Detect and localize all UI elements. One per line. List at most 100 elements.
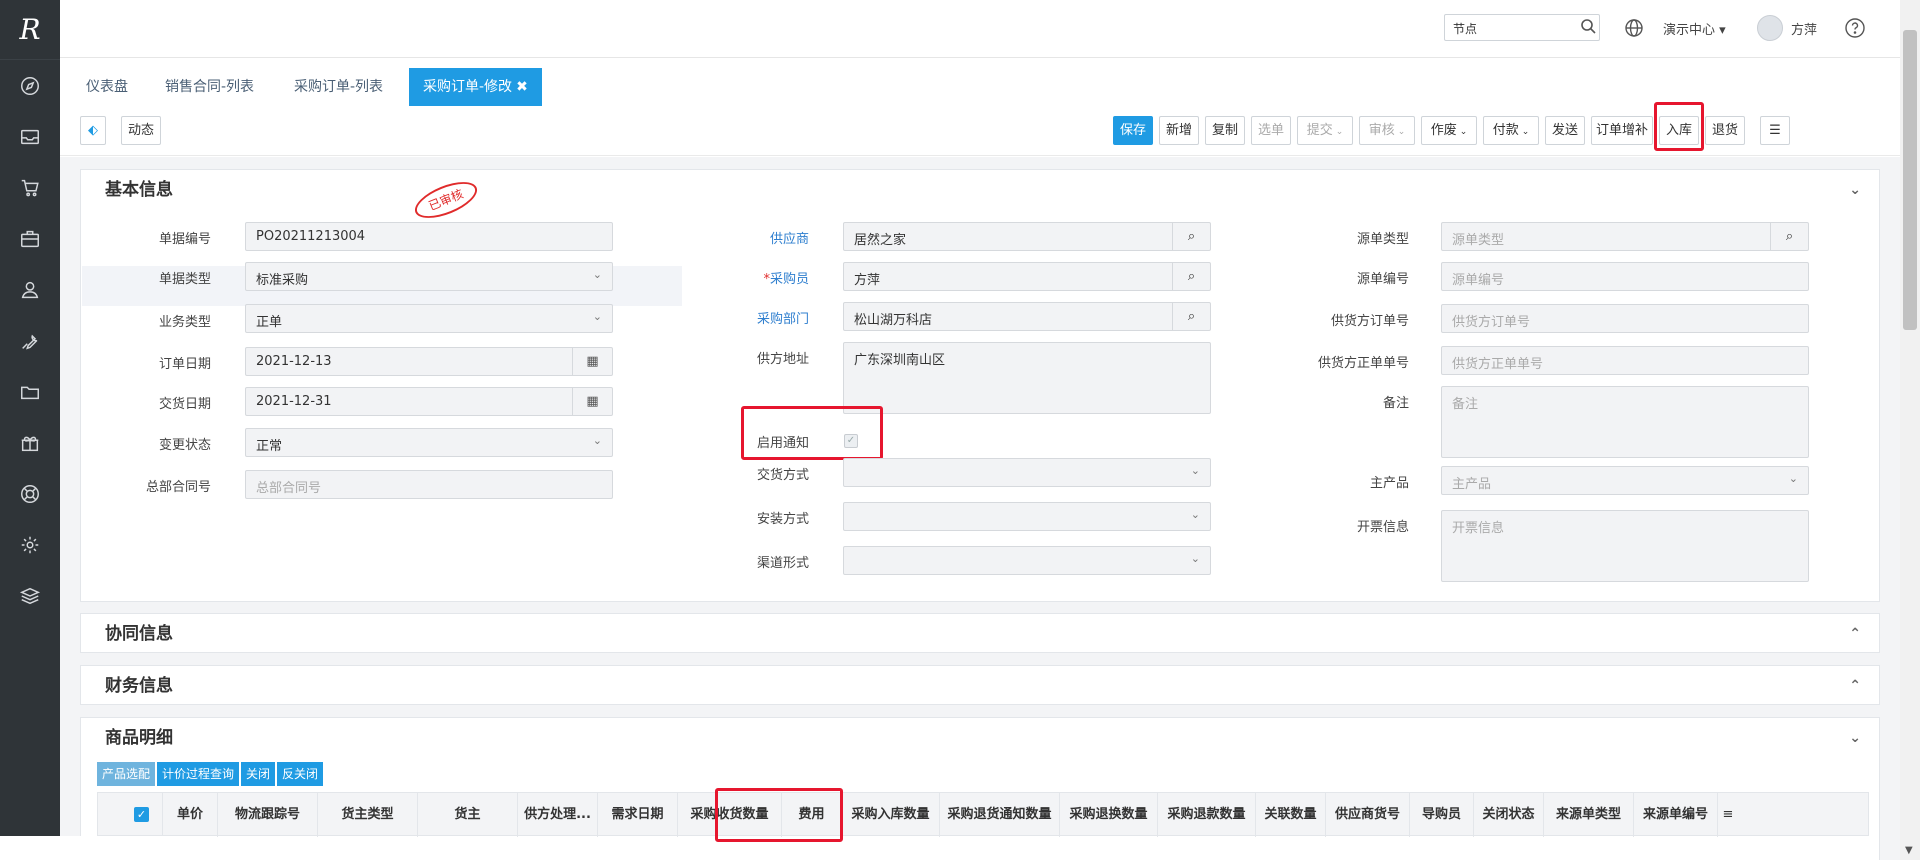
audit-button[interactable]: 审核 ⌄	[1359, 116, 1415, 145]
biz-type-select[interactable]: 正单 ⌄	[245, 304, 613, 333]
chevron-up-icon[interactable]: ⌃	[1849, 666, 1861, 706]
void-button[interactable]: 作废 ⌄	[1421, 116, 1477, 145]
collab-header[interactable]: 协同信息 ⌃	[81, 614, 1879, 654]
col-header[interactable]: 货主	[418, 793, 518, 837]
folder-icon[interactable]	[0, 366, 60, 417]
stock-in-button[interactable]: 入库	[1659, 116, 1699, 145]
search-icon[interactable]: ⌕	[1172, 223, 1210, 250]
save-button[interactable]: 保存	[1113, 116, 1153, 145]
doc-type-select[interactable]: 标准采购 ⌄	[245, 262, 613, 291]
close-icon[interactable]: ✖	[516, 79, 528, 95]
col-header[interactable]: 采购收货数量	[678, 793, 782, 837]
cart-icon[interactable]	[0, 162, 60, 213]
col-header[interactable]: 采购退换数量	[1060, 793, 1158, 837]
src-type-field[interactable]: 源单类型 ⌕	[1441, 222, 1809, 251]
supplier-order-field[interactable]: 供货方订单号	[1441, 304, 1809, 333]
col-header[interactable]: 关联数量	[1256, 793, 1326, 837]
col-header[interactable]: 货主类型	[318, 793, 418, 837]
col-header[interactable]: 关闭状态	[1474, 793, 1544, 837]
search-input[interactable]: 节点	[1444, 14, 1600, 41]
calendar-icon[interactable]: ▦	[572, 348, 612, 375]
supplier-pos-field[interactable]: 供货方正单单号	[1441, 346, 1809, 375]
search-icon[interactable]	[1580, 18, 1596, 34]
remark-textarea[interactable]: 备注	[1441, 386, 1809, 458]
col-header[interactable]: 费用	[782, 793, 842, 837]
return-button[interactable]: 退货	[1705, 116, 1745, 145]
buyer-field[interactable]: 方萍 ⌕	[843, 262, 1211, 291]
doc-no-field[interactable]: PO20211213004	[245, 222, 613, 251]
avatar[interactable]	[1757, 15, 1783, 41]
search-icon[interactable]: ⌕	[1172, 263, 1210, 290]
tab-purchase-order-list[interactable]: 采购订单-列表	[290, 68, 387, 106]
buyer-label[interactable]: *采购员	[679, 268, 809, 287]
send-button[interactable]: 发送	[1545, 116, 1585, 145]
invoice-textarea[interactable]: 开票信息	[1441, 510, 1809, 582]
col-header[interactable]: 导购员	[1410, 793, 1474, 837]
collab-panel[interactable]: 协同信息 ⌃	[80, 613, 1880, 653]
center-dropdown[interactable]: 演示中心 ▾	[1663, 19, 1726, 38]
submit-button[interactable]: 提交 ⌄	[1297, 116, 1353, 145]
finance-panel[interactable]: 财务信息 ⌃	[80, 665, 1880, 705]
help-icon[interactable]	[1844, 17, 1866, 39]
pay-button[interactable]: 付款 ⌄	[1483, 116, 1539, 145]
reopen-line-button[interactable]: 反关闭	[277, 762, 324, 786]
supplier-label[interactable]: 供应商	[679, 228, 809, 247]
products-header[interactable]: 商品明细 ⌄	[81, 718, 1879, 758]
chevron-up-icon[interactable]: ⌃	[1849, 614, 1861, 654]
finance-header[interactable]: 财务信息 ⌃	[81, 666, 1879, 706]
basic-info-header[interactable]: 基本信息 ⌄	[81, 170, 1879, 210]
col-header[interactable]: 来源单编号	[1634, 793, 1718, 837]
col-header[interactable]: 需求日期	[598, 793, 678, 837]
supplier-field[interactable]: 居然之家 ⌕	[843, 222, 1211, 251]
activity-button[interactable]: 动态	[121, 116, 161, 145]
chevron-down-icon[interactable]: ⌄	[1849, 170, 1861, 210]
select-button[interactable]: 选单	[1251, 116, 1291, 145]
user-icon[interactable]	[0, 264, 60, 315]
supplement-button[interactable]: 订单增补	[1591, 116, 1653, 145]
col-header[interactable]: 单价	[162, 793, 218, 837]
dept-field[interactable]: 松山湖万科店 ⌕	[843, 302, 1211, 331]
layers-icon[interactable]	[0, 570, 60, 621]
close-line-button[interactable]: 关闭	[241, 762, 276, 786]
tab-sales-contract-list[interactable]: 销售合同-列表	[161, 68, 258, 106]
scroll-down-icon[interactable]: ▼	[1905, 845, 1913, 856]
notify-checkbox[interactable]: ✓	[844, 434, 858, 448]
gear-icon[interactable]	[0, 519, 60, 570]
delivery-date-field[interactable]: 2021-12-31 ▦	[245, 387, 613, 416]
search-icon[interactable]: ⌕	[1172, 303, 1210, 330]
inbox-icon[interactable]	[0, 111, 60, 162]
add-button[interactable]: 新增	[1159, 116, 1199, 145]
menu-icon[interactable]: ☰	[1760, 116, 1790, 145]
wrench-icon[interactable]	[0, 315, 60, 366]
globe-icon[interactable]	[1624, 18, 1644, 38]
calendar-icon[interactable]: ▦	[572, 388, 612, 415]
delivery-mode-select[interactable]: ⌄	[843, 458, 1211, 487]
scrollbar-thumb[interactable]	[1903, 30, 1917, 330]
install-mode-select[interactable]: ⌄	[843, 502, 1211, 531]
col-header[interactable]: 物流跟踪号	[218, 793, 318, 837]
col-header[interactable]: 采购退款数量	[1158, 793, 1256, 837]
scrollbar[interactable]: ▼	[1900, 0, 1920, 860]
user-name[interactable]: 方萍	[1791, 19, 1817, 38]
copy-button[interactable]: 复制	[1205, 116, 1245, 145]
product-config-button[interactable]: 产品选配	[97, 762, 156, 786]
tab-dashboard[interactable]: 仪表盘	[82, 68, 132, 106]
select-all-checkbox[interactable]: ✓	[134, 807, 149, 822]
channel-select[interactable]: ⌄	[843, 546, 1211, 575]
col-header[interactable]: 采购退货通知数量	[940, 793, 1060, 837]
change-status-select[interactable]: 正常 ⌄	[245, 428, 613, 457]
col-header[interactable]: 来源单类型	[1544, 793, 1634, 837]
column-menu-icon[interactable]: ≡	[1718, 793, 1738, 837]
col-header[interactable]: 供应商货号	[1326, 793, 1410, 837]
col-header[interactable]: 供方处理...	[518, 793, 598, 837]
main-product-select[interactable]: 主产品 ⌄	[1441, 466, 1809, 495]
dept-label[interactable]: 采购部门	[679, 308, 809, 327]
address-textarea[interactable]: 广东深圳南山区	[843, 342, 1211, 414]
lifebuoy-icon[interactable]	[0, 468, 60, 519]
gift-icon[interactable]	[0, 417, 60, 468]
chevron-down-icon[interactable]: ⌄	[1849, 718, 1861, 758]
col-header[interactable]: 采购入库数量	[842, 793, 940, 837]
briefcase-icon[interactable]	[0, 213, 60, 264]
tab-purchase-order-edit[interactable]: 采购订单-修改 ✖	[409, 68, 542, 106]
src-no-field[interactable]: 源单编号	[1441, 262, 1809, 291]
